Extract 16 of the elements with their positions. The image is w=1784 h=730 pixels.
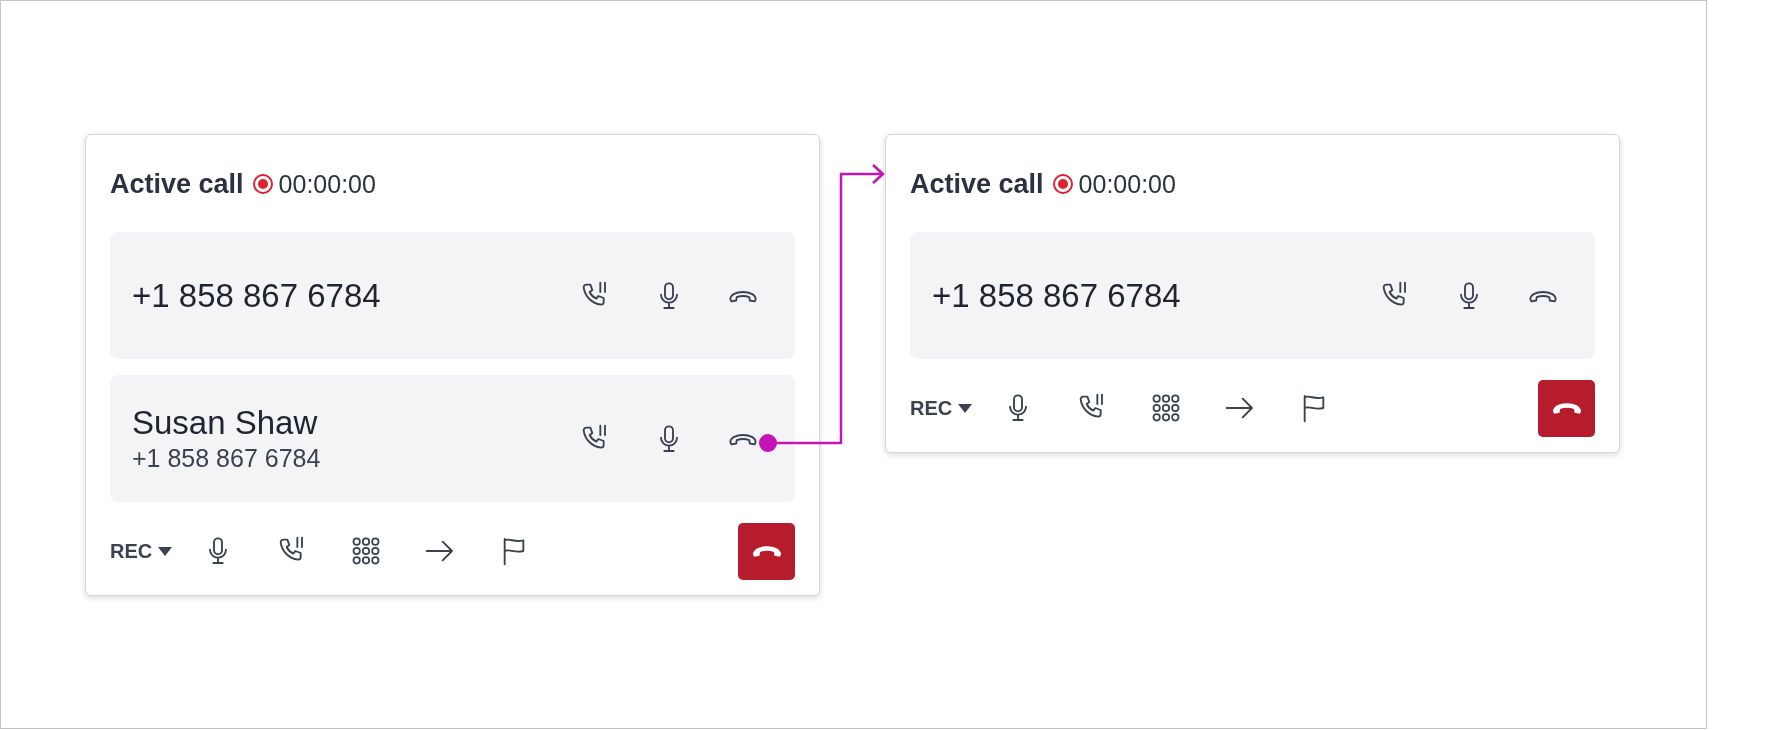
caller-name: Susan Shaw bbox=[132, 404, 319, 442]
call-timer: 00:00:00 bbox=[278, 169, 376, 199]
record-dropdown[interactable]: REC bbox=[110, 539, 173, 563]
card-title: Active call bbox=[110, 168, 244, 200]
record-dropdown[interactable]: REC bbox=[910, 396, 973, 420]
caret-icon bbox=[958, 403, 973, 413]
hang-up-icon bbox=[752, 544, 781, 558]
call-timer: 00:00:00 bbox=[1078, 169, 1176, 199]
caret-icon bbox=[158, 546, 173, 556]
end-call-button[interactable] bbox=[1538, 379, 1595, 437]
end-call-button[interactable] bbox=[738, 522, 795, 580]
caller-name: +1 858 867 6784 bbox=[932, 276, 1182, 315]
caller-number: +1 858 867 6784 bbox=[132, 444, 322, 473]
caller-name: +1 858 867 6784 bbox=[132, 276, 382, 315]
card-title: Active call bbox=[910, 168, 1044, 200]
hang-up-icon bbox=[1552, 401, 1581, 415]
